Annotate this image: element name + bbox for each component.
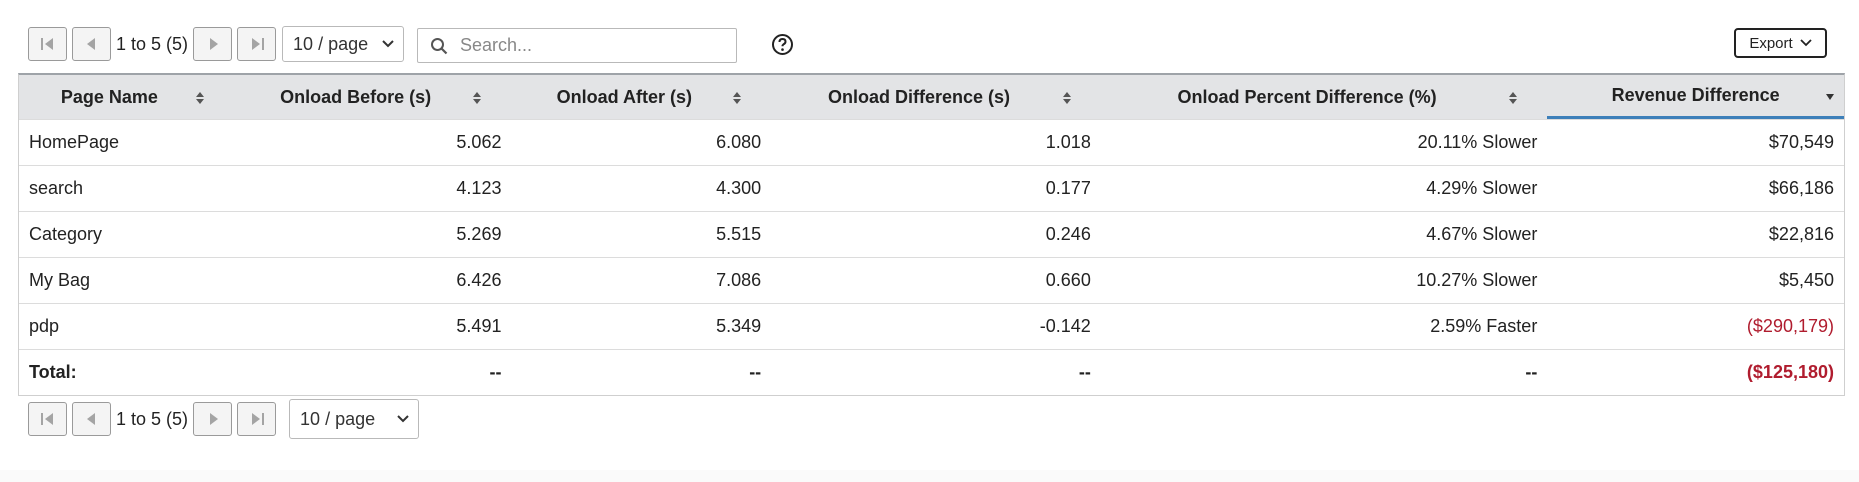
cell-onload-before: 6.426 <box>456 270 502 290</box>
search-input[interactable] <box>458 34 718 57</box>
export-label: Export <box>1749 34 1793 52</box>
cell-onload-difference: -0.142 <box>1039 316 1091 336</box>
table-toolbar: 1 to 5 (5) 10 / page Export <box>28 26 1834 66</box>
page-footer-strip <box>0 470 1859 482</box>
total-onload-difference: -- <box>1078 362 1091 382</box>
help-icon[interactable] <box>771 33 794 56</box>
cell-revenue-difference: ($290,179) <box>1746 316 1834 336</box>
chevron-down-icon <box>382 40 394 48</box>
next-page-button[interactable] <box>193 402 233 436</box>
first-page-icon <box>40 413 53 425</box>
cell-onload-after: 5.515 <box>716 224 762 244</box>
cell-onload-before: 5.062 <box>456 132 502 152</box>
table-row[interactable]: search 4.123 4.300 0.177 4.29% Slower $6… <box>19 165 1844 211</box>
first-page-button[interactable] <box>28 402 67 436</box>
cell-onload-after: 4.300 <box>716 178 762 198</box>
last-page-button[interactable] <box>237 402 277 436</box>
next-page-button[interactable] <box>193 27 233 61</box>
total-onload-after: -- <box>749 362 762 382</box>
sort-desc-icon <box>1826 94 1834 100</box>
cell-revenue-difference: $66,186 <box>1768 178 1834 198</box>
total-label: Total: <box>29 362 77 382</box>
cell-onload-percent-difference: 4.67% Slower <box>1426 224 1538 244</box>
cell-onload-before: 5.491 <box>456 316 502 336</box>
sort-icon <box>195 92 204 104</box>
cell-onload-before: 5.269 <box>456 224 502 244</box>
cell-revenue-difference: $5,450 <box>1778 270 1834 290</box>
cell-onload-after: 7.086 <box>716 270 762 290</box>
sort-icon <box>1509 92 1518 104</box>
search-field[interactable] <box>417 28 737 63</box>
cell-onload-difference: 0.246 <box>1045 224 1091 244</box>
table-row[interactable]: pdp 5.491 5.349 -0.142 2.59% Faster ($29… <box>19 303 1844 349</box>
total-onload-percent-difference: -- <box>1525 362 1538 382</box>
page-size-value: 10 / page <box>300 408 376 429</box>
cell-revenue-difference: $70,549 <box>1768 132 1834 152</box>
cell-onload-difference: 0.177 <box>1045 178 1091 198</box>
first-page-icon <box>40 38 53 50</box>
cell-page-name: Category <box>29 224 103 244</box>
export-button[interactable]: Export <box>1734 28 1827 58</box>
chevron-down-icon <box>1800 39 1812 47</box>
cell-page-name: pdp <box>29 316 60 336</box>
last-page-icon <box>251 413 264 425</box>
column-header-page-name[interactable]: Page Name <box>19 75 234 119</box>
next-page-icon <box>209 38 218 50</box>
prev-page-button[interactable] <box>72 402 111 436</box>
prev-page-icon <box>86 413 95 425</box>
cell-onload-percent-difference: 10.27% Slower <box>1416 270 1538 290</box>
column-header-onload-before[interactable]: Onload Before (s) <box>234 75 512 119</box>
top-pager: 1 to 5 (5) 10 / page <box>28 26 405 62</box>
chevron-down-icon <box>397 415 409 423</box>
table-header-row: Page Name Onload Before (s) Onload After… <box>19 75 1844 119</box>
table-total-row: Total: -- -- -- -- ($125,180) <box>19 349 1844 395</box>
first-page-button[interactable] <box>28 27 67 61</box>
cell-onload-after: 5.349 <box>716 316 762 336</box>
bottom-pager: 1 to 5 (5) 10 / page <box>28 399 420 439</box>
cell-revenue-difference: $22,816 <box>1768 224 1834 244</box>
table-row[interactable]: Category 5.269 5.515 0.246 4.67% Slower … <box>19 211 1844 257</box>
total-revenue-difference: ($125,180) <box>1746 362 1834 382</box>
pager-range: 1 to 5 (5) <box>116 33 189 54</box>
column-header-onload-after[interactable]: Onload After (s) <box>511 75 771 119</box>
column-header-onload-difference[interactable]: Onload Difference (s) <box>771 75 1101 119</box>
report-page: 1 to 5 (5) 10 / page Export Page <box>0 0 1859 482</box>
cell-onload-difference: 1.018 <box>1045 132 1091 152</box>
search-icon <box>431 37 448 54</box>
cell-onload-percent-difference: 2.59% Faster <box>1430 316 1538 336</box>
prev-page-button[interactable] <box>72 27 111 61</box>
pager-range: 1 to 5 (5) <box>116 408 189 429</box>
cell-onload-percent-difference: 20.11% Slower <box>1417 132 1538 152</box>
cell-page-name: My Bag <box>29 270 91 290</box>
last-page-icon <box>251 38 264 50</box>
prev-page-icon <box>86 38 95 50</box>
total-onload-before: -- <box>489 362 502 382</box>
cell-page-name: HomePage <box>29 132 120 152</box>
cell-onload-percent-difference: 4.29% Slower <box>1426 178 1538 198</box>
cell-onload-before: 4.123 <box>456 178 502 198</box>
sort-icon <box>1062 92 1071 104</box>
column-header-revenue-difference[interactable]: Revenue Difference <box>1547 75 1844 119</box>
last-page-button[interactable] <box>237 27 277 61</box>
sort-icon <box>473 92 482 104</box>
sort-icon <box>733 92 742 104</box>
next-page-icon <box>209 413 218 425</box>
table-row[interactable]: My Bag 6.426 7.086 0.660 10.27% Slower $… <box>19 257 1844 303</box>
cell-onload-difference: 0.660 <box>1045 270 1091 290</box>
cell-page-name: search <box>29 178 84 198</box>
page-size-value: 10 / page <box>293 33 369 54</box>
column-header-onload-percent-difference[interactable]: Onload Percent Difference (%) <box>1101 75 1548 119</box>
data-table: Page Name Onload Before (s) Onload After… <box>18 73 1845 396</box>
table-row[interactable]: HomePage 5.062 6.080 1.018 20.11% Slower… <box>19 119 1844 165</box>
page-size-select[interactable]: 10 / page <box>289 399 420 439</box>
cell-onload-after: 6.080 <box>716 132 762 152</box>
page-size-select[interactable]: 10 / page <box>282 26 405 62</box>
